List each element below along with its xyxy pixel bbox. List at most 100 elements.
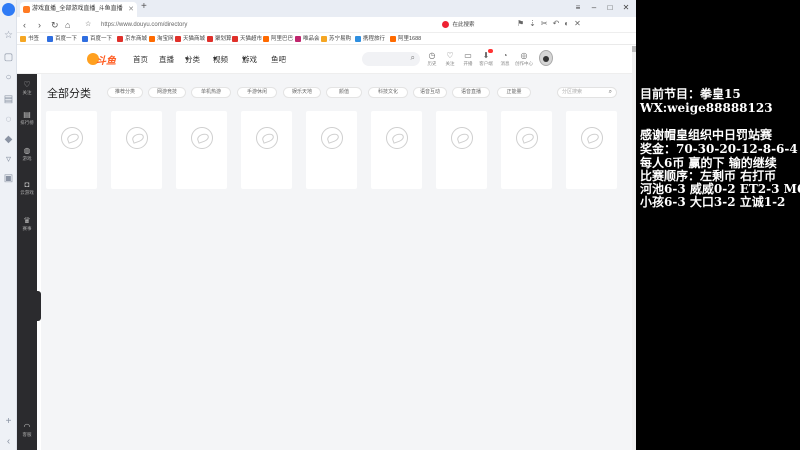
nav-bar: ‹ › ↻ ⌂ ☆ https://www.douyu.com/director… — [17, 17, 636, 33]
category-card[interactable] — [566, 111, 617, 189]
category-tab[interactable]: 科技文化 — [368, 87, 408, 98]
bookmark-item[interactable]: 阿里巴巴 — [263, 35, 293, 43]
nav-game[interactable]: 游戏 ▾ — [242, 54, 257, 64]
bookmark-item[interactable]: 苏宁易购 — [321, 35, 351, 43]
overlay-current-program: 目前节目：拳皇15 — [640, 87, 741, 101]
placeholder-fish-icon — [126, 127, 148, 149]
bookmark-item[interactable]: 书签 — [20, 35, 39, 43]
placeholder-fish-icon — [451, 127, 473, 149]
calendar-icon[interactable]: ▤ — [3, 94, 14, 105]
browser-logo-icon[interactable] — [2, 3, 15, 16]
nav-video[interactable]: 视频 ▾ — [213, 54, 228, 64]
refresh-icon[interactable]: ↻ — [51, 19, 59, 31]
toolbar-icons[interactable]: ⚑⇣✂↶◐✕ — [517, 19, 586, 28]
category-card[interactable] — [436, 111, 487, 189]
browser-side-rail: ☆ ▢ ○ ▤ ◌ ◆ ▿ ▣ + ‹ — [0, 0, 17, 450]
category-search-input[interactable]: 分区搜索 ⌕ — [557, 87, 617, 98]
header-icons: ◷ 历史 ♡ 关注 ▭ 开播 ⬇ 客户端 ◔ 消息 ◎ 创作中心 — [423, 49, 543, 71]
history-button[interactable]: ◷ 历史 — [423, 51, 441, 67]
browser-window: ☆ ▢ ○ ▤ ◌ ◆ ▿ ▣ + ‹ 游戏直播_全部游戏直播_斗鱼直播 ✕ +… — [0, 0, 636, 450]
placeholder-fish-icon — [581, 127, 603, 149]
chat-icon[interactable]: ◌ — [3, 114, 14, 125]
tab-active[interactable]: 游戏直播_全部游戏直播_斗鱼直播 ✕ — [20, 2, 137, 17]
page-title: 全部分类 — [47, 88, 91, 100]
nav-live[interactable]: 直播 — [159, 54, 174, 65]
category-card[interactable] — [176, 111, 227, 189]
bookmark-item[interactable]: 淘宝网 — [149, 35, 174, 43]
doc-icon[interactable]: ▣ — [3, 173, 14, 184]
category-card[interactable] — [306, 111, 357, 189]
side-nav-follow[interactable]: ♡ 关注 — [17, 80, 37, 96]
bookmark-item[interactable]: 唯品会 — [295, 35, 320, 43]
bookmark-item[interactable]: 百度一下 — [47, 35, 77, 43]
search-engine-label: 在此搜索 — [452, 22, 475, 28]
header-search-input[interactable]: ⌕ — [362, 52, 420, 66]
follow-button[interactable]: ♡ 关注 — [441, 51, 459, 67]
new-tab-icon[interactable]: + — [141, 1, 147, 12]
search-engine-box[interactable]: 在此搜索 — [442, 19, 502, 31]
bookmark-item[interactable]: 携程旅行 — [355, 35, 385, 43]
category-card[interactable] — [46, 111, 97, 189]
avatar[interactable] — [539, 50, 553, 66]
bookmark-item[interactable]: 百度一下 — [82, 35, 112, 43]
bell-icon: ◔ — [502, 51, 508, 60]
close-window-icon[interactable]: ✕ — [618, 1, 634, 15]
star-icon[interactable]: ☆ — [3, 30, 14, 41]
bookmark-item[interactable]: 天猫商城 — [175, 35, 205, 43]
category-card[interactable] — [241, 111, 292, 189]
category-tab[interactable]: 语音互动 — [413, 87, 447, 98]
douyu-favicon-icon — [23, 6, 30, 13]
category-tab[interactable]: 手游休闲 — [237, 87, 277, 98]
side-nav-games[interactable]: ◍ 游戏 — [17, 146, 37, 162]
nav-yuba[interactable]: 鱼吧 — [271, 54, 286, 65]
maximize-icon[interactable]: □ — [602, 1, 618, 15]
category-tab[interactable]: 娱乐天地 — [283, 87, 321, 98]
category-tab[interactable]: 正能量 — [497, 87, 531, 98]
bookmark-star-icon[interactable]: ☆ — [85, 19, 91, 31]
messages-button[interactable]: ◔ 消息 — [496, 51, 514, 67]
heart-icon: ♡ — [23, 80, 31, 89]
category-tab[interactable]: 网游竞技 — [148, 87, 186, 98]
side-nav-events[interactable]: ♛ 赛事 — [17, 216, 37, 232]
search-icon[interactable]: ⌕ — [411, 53, 415, 63]
creator-center-button[interactable]: ◎ 创作中心 — [515, 51, 533, 67]
nav-category[interactable]: 分类 ▾ — [185, 54, 200, 64]
bookmark-item[interactable]: 聚划算 — [207, 35, 232, 43]
overlay-wechat: WX:weige88888123 — [640, 101, 773, 115]
category-tab[interactable]: 颜值 — [326, 87, 362, 98]
game-icon[interactable]: ◆ — [3, 134, 14, 145]
forward-icon[interactable]: › — [38, 19, 41, 31]
minimize-icon[interactable]: – — [586, 1, 602, 15]
douyu-logo[interactable]: 斗鱼 — [87, 52, 119, 67]
add-icon[interactable]: + — [3, 416, 14, 427]
badge — [488, 49, 493, 53]
side-nav-cloud-game[interactable]: ◘ 云游戏 — [17, 180, 37, 196]
bookmark-item[interactable]: 京东商城 — [117, 35, 147, 43]
close-tab-icon[interactable]: ✕ — [128, 2, 134, 17]
menu-icon[interactable]: ≡ — [570, 1, 586, 15]
category-card[interactable] — [371, 111, 422, 189]
client-button[interactable]: ⬇ 客户端 — [477, 49, 495, 67]
bookmark-item[interactable]: 阿里1688 — [390, 35, 421, 43]
category-content: 全部分类 推荐分类 网游竞技 单机热游 手游休闲 娱乐天地 颜值 科技文化 语音… — [41, 74, 634, 450]
back-icon[interactable]: ‹ — [23, 19, 26, 31]
category-card[interactable] — [501, 111, 552, 189]
side-nav-ranking[interactable]: ▤ 排行榜 — [17, 110, 37, 126]
bookmark-item[interactable]: 天猫超市 — [232, 35, 262, 43]
reader-icon[interactable]: ▢ — [3, 52, 14, 63]
category-tab[interactable]: 单机热游 — [191, 87, 231, 98]
cart-icon[interactable]: ▿ — [3, 154, 14, 165]
search-icon[interactable]: ⌕ — [609, 88, 612, 97]
tab-bar: 游戏直播_全部游戏直播_斗鱼直播 ✕ + ≡ – □ ✕ — [17, 0, 636, 17]
start-live-button[interactable]: ▭ 开播 — [459, 51, 477, 67]
category-card[interactable] — [111, 111, 162, 189]
home-icon[interactable]: ⌂ — [65, 19, 70, 31]
category-tab[interactable]: 语音直播 — [452, 87, 490, 98]
nav-home[interactable]: 首页 — [133, 54, 148, 65]
category-tab[interactable]: 推荐分类 — [107, 87, 143, 98]
side-nav-support[interactable]: ◠ 客服 — [17, 422, 37, 438]
collapse-icon[interactable]: ‹ — [3, 436, 14, 447]
address-bar[interactable]: https://www.douyu.com/directory — [97, 19, 397, 31]
list-icon: ▤ — [23, 110, 31, 119]
search-icon[interactable]: ○ — [3, 72, 14, 83]
